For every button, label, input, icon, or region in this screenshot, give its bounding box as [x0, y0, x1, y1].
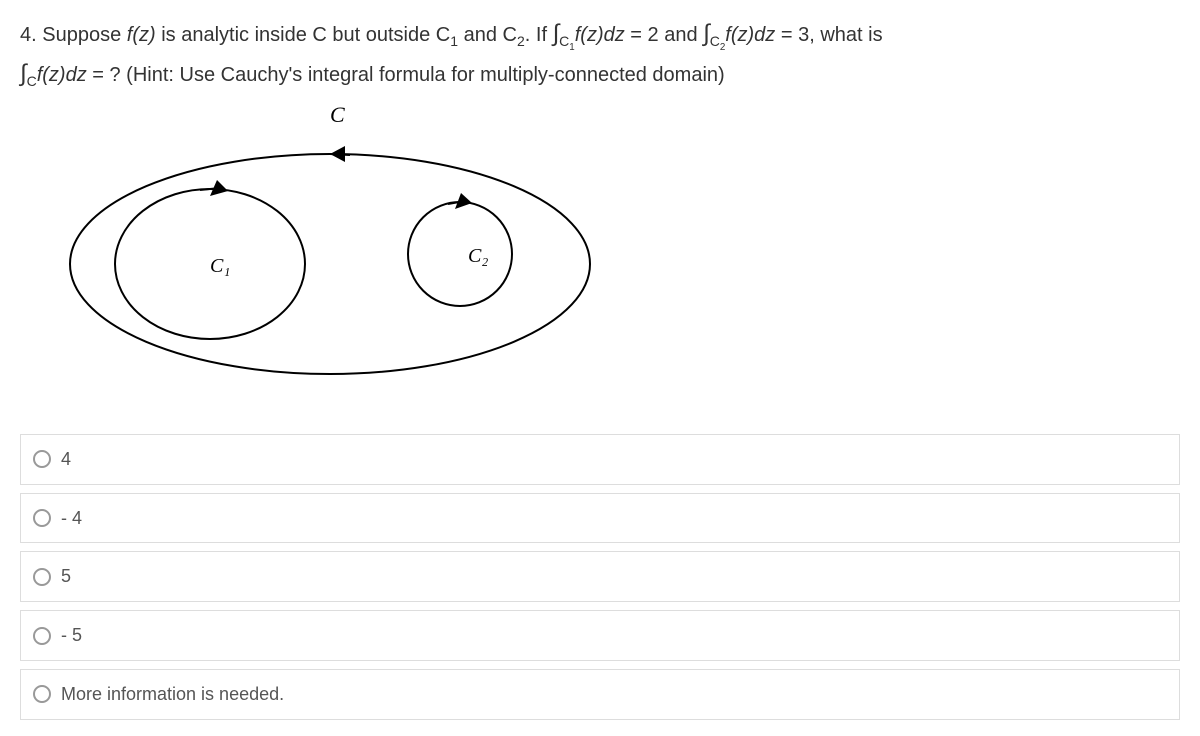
integral-c: ∫ [20, 60, 27, 87]
contour-diagram: C C₁ C₂ [50, 104, 610, 394]
option-4[interactable]: 4 [20, 434, 1180, 485]
radio-icon [33, 685, 51, 703]
sub-1: 1 [450, 33, 458, 49]
option-label: 4 [61, 445, 71, 474]
radio-icon [33, 450, 51, 468]
option-minus-4[interactable]: - 4 [20, 493, 1180, 544]
sub-2: 2 [517, 33, 525, 49]
arrow-c [330, 146, 350, 162]
line2-q: = ? (Hint: Use Cauchy's integral formula… [87, 64, 725, 86]
fzdz-1: f(z)dz [575, 24, 625, 46]
label-c: C [330, 104, 345, 127]
label-c1: C₁ [210, 255, 230, 277]
arrow-c1 [200, 180, 228, 196]
radio-icon [33, 627, 51, 645]
text-part3: and C [458, 24, 517, 46]
fz-var: f(z) [127, 24, 156, 46]
text-part4: . If [525, 24, 553, 46]
options-container: 4 - 4 5 - 5 More information is needed. [20, 434, 1180, 720]
c1-sub: C1 [559, 33, 575, 49]
text-part2: is analytic inside C but outside C [156, 24, 451, 46]
radio-icon [33, 509, 51, 527]
label-c2: C₂ [468, 245, 488, 267]
option-label: - 5 [61, 621, 82, 650]
fzdz-2: f(z)dz [725, 24, 775, 46]
eq3: = 3, what is [775, 24, 882, 46]
option-more-info[interactable]: More information is needed. [20, 669, 1180, 720]
option-label: 5 [61, 562, 71, 591]
radio-icon [33, 568, 51, 586]
c2-sub: C2 [710, 33, 726, 49]
option-label: More information is needed. [61, 680, 284, 709]
c-sub: C [27, 73, 37, 89]
integral-c2: ∫ [703, 20, 710, 47]
question-number: 4. [20, 24, 37, 46]
diagram: C C₁ C₂ [50, 104, 1180, 404]
text-part1: Suppose [42, 24, 127, 46]
option-5[interactable]: 5 [20, 551, 1180, 602]
eq2: = 2 and [625, 24, 703, 46]
option-minus-5[interactable]: - 5 [20, 610, 1180, 661]
question-text: 4. Suppose f(z) is analytic inside C but… [20, 15, 1180, 94]
arrow-c2 [448, 193, 472, 209]
option-label: - 4 [61, 504, 82, 533]
fzdz-3: f(z)dz [37, 64, 87, 86]
